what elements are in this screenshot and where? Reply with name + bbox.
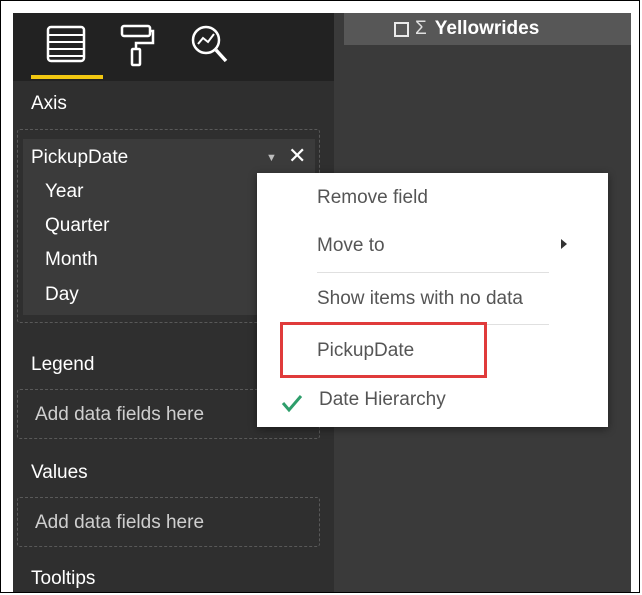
active-tab-indicator bbox=[31, 75, 103, 79]
checkmark-icon bbox=[281, 395, 303, 413]
legend-label: Legend bbox=[31, 354, 95, 375]
checkbox-icon[interactable] bbox=[394, 21, 409, 37]
chevron-down-icon[interactable]: ▼ bbox=[266, 152, 277, 164]
axis-label: Axis bbox=[31, 93, 67, 114]
highlight-box bbox=[280, 322, 487, 378]
menu-item-date-hierarchy[interactable]: Date Hierarchy bbox=[319, 389, 446, 411]
table-name[interactable]: Yellowrides bbox=[435, 18, 540, 40]
field-list-header[interactable]: Σ Yellowrides bbox=[344, 13, 631, 45]
values-label: Values bbox=[31, 462, 88, 483]
close-icon[interactable]: ✕ bbox=[288, 144, 306, 168]
hierarchy-item-month[interactable]: Month bbox=[45, 249, 98, 271]
hierarchy-item-year[interactable]: Year bbox=[45, 181, 83, 203]
tooltips-label: Tooltips bbox=[31, 568, 96, 589]
menu-item-move-to[interactable]: Move to bbox=[317, 235, 385, 257]
format-paint-roller-icon[interactable] bbox=[119, 23, 155, 67]
menu-separator bbox=[317, 272, 549, 273]
submenu-arrow-icon bbox=[561, 239, 567, 249]
fields-icon[interactable] bbox=[45, 23, 87, 65]
sigma-icon: Σ bbox=[415, 18, 427, 39]
screenshot-frame: Σ Yellowrides Axis PickupDate ▼ ✕ Year Q… bbox=[0, 0, 640, 593]
menu-item-show-items-no-data[interactable]: Show items with no data bbox=[317, 288, 523, 310]
legend-placeholder[interactable]: Add data fields here bbox=[35, 404, 204, 426]
values-placeholder[interactable]: Add data fields here bbox=[35, 512, 204, 534]
axis-field-name[interactable]: PickupDate bbox=[31, 147, 128, 169]
menu-item-remove-field[interactable]: Remove field bbox=[317, 187, 428, 209]
hierarchy-item-quarter[interactable]: Quarter bbox=[45, 215, 109, 237]
hierarchy-item-day[interactable]: Day bbox=[45, 284, 79, 306]
analytics-magnifier-icon[interactable] bbox=[189, 23, 231, 67]
